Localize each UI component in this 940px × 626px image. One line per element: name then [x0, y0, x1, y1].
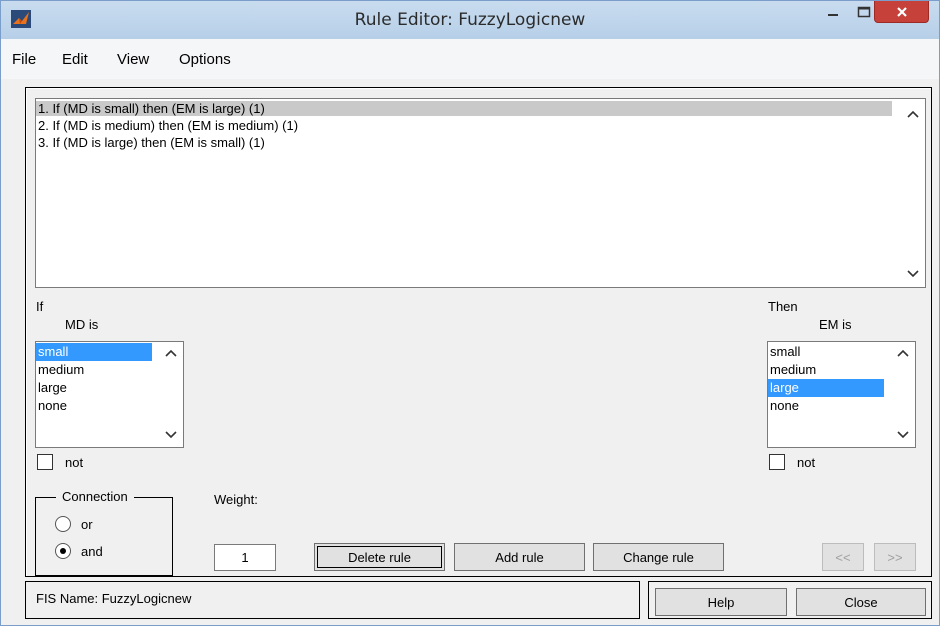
- minimize-icon: [828, 14, 838, 16]
- connection-group: [35, 497, 173, 576]
- menu-edit[interactable]: Edit: [62, 51, 88, 68]
- rule-item-2[interactable]: 2. If (MD is medium) then (EM is medium)…: [36, 118, 892, 133]
- md-not-checkbox[interactable]: [37, 454, 53, 470]
- close-button[interactable]: Close: [796, 588, 926, 616]
- and-label: and: [81, 544, 103, 559]
- md-var-label: MD is: [65, 317, 99, 332]
- or-label: or: [81, 517, 93, 532]
- em-not-checkbox[interactable]: [769, 454, 785, 470]
- radio-selected-dot: [60, 548, 66, 554]
- rule-editor-window: Rule Editor: FuzzyLogicnew File Edit Vie…: [0, 0, 940, 626]
- maximize-icon: [857, 6, 871, 18]
- weight-label: Weight:: [214, 492, 258, 507]
- minimize-button[interactable]: [818, 1, 848, 23]
- or-radio[interactable]: [55, 516, 71, 532]
- menu-view[interactable]: View: [117, 51, 149, 68]
- rules-scroll-up[interactable]: [904, 105, 922, 123]
- if-label: If: [36, 299, 44, 314]
- rule-item-3[interactable]: 3. If (MD is large) then (EM is small) (…: [36, 135, 892, 150]
- em-listbox[interactable]: small medium large none: [767, 341, 916, 448]
- md-listbox[interactable]: small medium large none: [35, 341, 184, 448]
- md-scroll-down[interactable]: [162, 426, 180, 444]
- chevron-up-icon: [897, 349, 909, 357]
- md-scroll-up[interactable]: [162, 344, 180, 362]
- md-option-large[interactable]: large: [36, 379, 152, 397]
- md-option-medium[interactable]: medium: [36, 361, 152, 379]
- close-window-button[interactable]: [874, 1, 929, 23]
- em-var-label: EM is: [819, 317, 852, 332]
- connection-title: Connection: [56, 489, 134, 504]
- md-option-none[interactable]: none: [36, 397, 152, 415]
- change-rule-button[interactable]: Change rule: [593, 543, 724, 571]
- em-scroll-up[interactable]: [894, 344, 912, 362]
- md-not-label: not: [65, 455, 84, 470]
- chevron-down-icon: [897, 431, 909, 439]
- rules-list[interactable]: 1. If (MD is small) then (EM is large) (…: [35, 98, 926, 288]
- menu-file[interactable]: File: [12, 51, 36, 68]
- delete-rule-button[interactable]: Delete rule: [314, 543, 445, 571]
- then-label: Then: [768, 299, 798, 314]
- add-rule-button[interactable]: Add rule: [454, 543, 585, 571]
- chevron-down-icon: [907, 270, 919, 278]
- em-not-label: not: [797, 455, 816, 470]
- md-option-small[interactable]: small: [36, 343, 152, 361]
- close-icon: [896, 6, 907, 17]
- em-option-small[interactable]: small: [768, 343, 884, 361]
- help-button[interactable]: Help: [655, 588, 787, 616]
- rule-item-1[interactable]: 1. If (MD is small) then (EM is large) (…: [36, 101, 892, 116]
- rules-scroll-down[interactable]: [904, 265, 922, 283]
- prev-rule-button[interactable]: <<: [822, 543, 864, 571]
- title-bar[interactable]: Rule Editor: FuzzyLogicnew: [1, 1, 939, 39]
- em-scroll-down[interactable]: [894, 426, 912, 444]
- menu-options[interactable]: Options: [179, 51, 231, 68]
- chevron-up-icon: [907, 110, 919, 118]
- em-option-medium[interactable]: medium: [768, 361, 884, 379]
- chevron-up-icon: [165, 349, 177, 357]
- weight-input[interactable]: 1: [214, 544, 276, 571]
- chevron-down-icon: [165, 431, 177, 439]
- and-radio[interactable]: [55, 543, 71, 559]
- next-rule-button[interactable]: >>: [874, 543, 916, 571]
- em-option-large[interactable]: large: [768, 379, 884, 397]
- em-option-none[interactable]: none: [768, 397, 884, 415]
- menu-bar: File Edit View Options: [1, 39, 939, 79]
- window-title: Rule Editor: FuzzyLogicnew: [354, 10, 586, 30]
- fis-name-status: FIS Name: FuzzyLogicnew: [36, 591, 192, 606]
